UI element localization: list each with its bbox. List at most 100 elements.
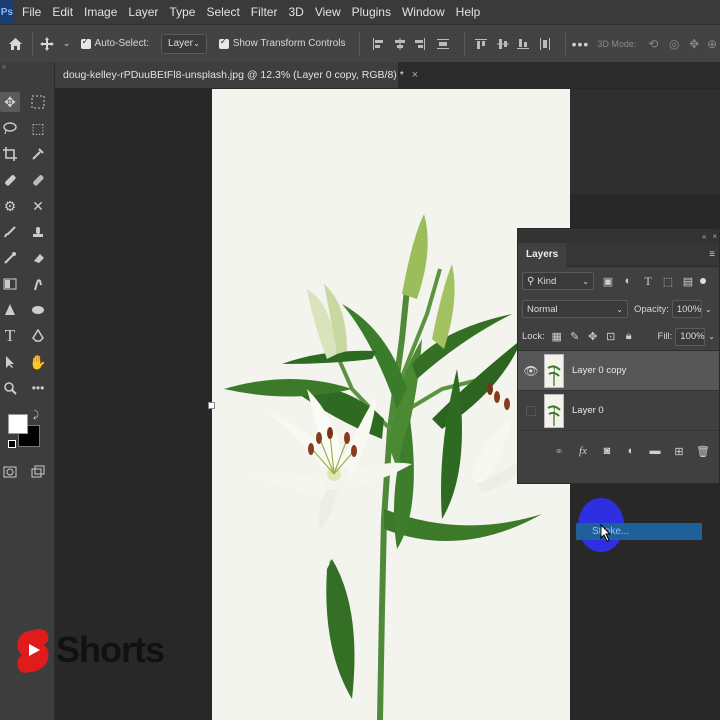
distribute-icon[interactable] [430, 38, 456, 50]
brush-tool-icon[interactable] [0, 222, 20, 242]
close-panel-icon[interactable]: × [712, 232, 717, 241]
hand-tool-icon[interactable]: ✋ [28, 352, 48, 372]
type-filter-icon[interactable]: T [640, 273, 656, 289]
lock-artboard-icon[interactable]: ⊡ [603, 329, 619, 345]
opacity-input[interactable]: 100% [671, 300, 702, 318]
more-options-icon[interactable]: ••• [566, 36, 596, 52]
visibility-toggle-empty[interactable] [518, 405, 544, 416]
chevron-down-icon[interactable]: ⌄ [708, 332, 715, 341]
transform-handle[interactable] [208, 402, 215, 409]
eyedropper-tool-icon[interactable] [28, 144, 48, 164]
adjustment-layer-icon[interactable]: ◐ [623, 443, 639, 459]
delete-layer-icon[interactable]: 🗑︎ [695, 443, 711, 459]
marquee-tool-icon[interactable] [28, 92, 48, 112]
align-middle-icon[interactable] [493, 38, 513, 50]
healing-brush-tool-icon[interactable] [0, 170, 20, 190]
panel-tab-row: Layers ≡ [518, 242, 719, 267]
collapse-toolbar-icon[interactable]: « [0, 62, 55, 71]
add-mask-icon[interactable]: ◙ [599, 443, 615, 459]
new-group-icon[interactable]: ▬ [647, 443, 663, 459]
move-tool-icon[interactable]: ✥ [0, 92, 20, 112]
art-history-brush-icon[interactable] [0, 248, 20, 268]
gradient-tool-icon[interactable] [0, 274, 20, 294]
clone-stamp-tool-icon[interactable]: ⚙ [0, 196, 20, 216]
collapse-panel-icon[interactable]: « [702, 232, 706, 241]
lock-transparent-icon[interactable]: ▦ [549, 329, 565, 345]
layer-row[interactable]: 👁︎ Layer 0 copy [518, 351, 719, 391]
eraser-tool-icon[interactable] [28, 248, 48, 268]
filter-toggle-icon[interactable] [700, 278, 706, 284]
chevron-down-icon[interactable]: ⌄ [705, 305, 712, 314]
lock-all-icon[interactable]: 🔒︎ [621, 329, 637, 345]
visibility-eye-icon[interactable]: 👁︎ [518, 364, 544, 378]
shape-filter-icon[interactable]: ⬚ [660, 273, 676, 289]
menu-filter[interactable]: Filter [251, 5, 278, 19]
fx-icon[interactable]: fx [575, 443, 591, 459]
align-left-icon[interactable] [366, 37, 390, 50]
align-center-icon[interactable] [390, 37, 410, 50]
menu-plugins[interactable]: Plugins [352, 5, 391, 19]
blend-mode-dropdown[interactable]: Normal ⌄ [522, 300, 628, 318]
zoom-tool-icon[interactable] [0, 378, 20, 398]
3d-roll-icon[interactable]: ◎ [664, 37, 684, 51]
distribute-vertical-icon[interactable] [533, 37, 557, 50]
history-brush-tool-icon[interactable]: ✕ [28, 196, 48, 216]
panel-menu-icon[interactable]: ≡ [709, 249, 715, 260]
3d-pan-icon[interactable]: ✥ [684, 37, 704, 51]
chevron-down-icon[interactable]: ⌄ [61, 38, 73, 49]
lasso-tool-icon[interactable] [0, 118, 20, 138]
type-tool-icon[interactable]: T [0, 326, 20, 346]
layer-row[interactable]: Layer 0 [518, 391, 719, 431]
more-tools-icon[interactable]: ••• [28, 378, 48, 398]
menu-image[interactable]: Image [84, 5, 117, 19]
menu-type[interactable]: Type [169, 5, 195, 19]
filter-kind-value: Kind [537, 275, 557, 287]
path-selection-tool-icon[interactable] [0, 352, 20, 372]
dodge-tool-icon[interactable] [0, 300, 20, 320]
stamp-tool-icon[interactable] [28, 222, 48, 242]
fill-input[interactable]: 100% [675, 327, 706, 346]
align-right-icon[interactable] [410, 37, 430, 50]
menu-3d[interactable]: 3D [288, 5, 303, 19]
patch-tool-icon[interactable] [28, 170, 48, 190]
menu-select[interactable]: Select [206, 5, 239, 19]
link-layers-icon[interactable]: ⚭ [551, 443, 567, 459]
home-icon[interactable] [0, 37, 32, 51]
menu-edit[interactable]: Edit [52, 5, 73, 19]
show-transform-checkbox[interactable] [218, 36, 229, 49]
swap-colors-icon[interactable]: ⤸ [33, 410, 39, 421]
screen-mode-icon[interactable] [28, 462, 48, 482]
menu-layer[interactable]: Layer [128, 5, 158, 19]
object-selection-tool-icon[interactable]: ⬚ [28, 118, 48, 138]
blur-tool-icon[interactable] [28, 300, 48, 320]
3d-rotate-icon[interactable]: ⟲ [642, 37, 664, 51]
lock-image-icon[interactable]: ✎ [567, 329, 583, 345]
align-bottom-icon[interactable] [513, 38, 533, 50]
crop-tool-icon[interactable] [0, 144, 20, 164]
default-colors-icon[interactable] [8, 440, 16, 448]
menu-file[interactable]: File [22, 5, 41, 19]
menu-window[interactable]: Window [402, 5, 445, 19]
close-tab-icon[interactable]: × [412, 69, 418, 81]
menu-item-stroke[interactable]: Stroke... [576, 523, 702, 540]
lock-position-icon[interactable]: ✥ [585, 329, 601, 345]
align-top-icon[interactable] [469, 38, 493, 50]
pen-tool-icon[interactable] [28, 326, 48, 346]
filter-kind-dropdown[interactable]: ⚲ Kind ⌄ [522, 272, 594, 290]
menu-help[interactable]: Help [456, 5, 481, 19]
smudge-tool-icon[interactable] [28, 274, 48, 294]
tab-layers[interactable]: Layers [518, 242, 567, 267]
auto-select-dropdown[interactable]: Layer ⌄ [160, 33, 207, 54]
pixel-filter-icon[interactable]: ▣ [600, 273, 616, 289]
smart-object-filter-icon[interactable]: ▤ [680, 273, 696, 289]
quick-mask-icon[interactable] [0, 462, 20, 482]
auto-select-checkbox[interactable] [80, 36, 91, 49]
menu-view[interactable]: View [315, 5, 341, 19]
move-tool-icon[interactable] [33, 36, 61, 52]
foreground-color-swatch[interactable] [8, 414, 28, 434]
adjustment-filter-icon[interactable]: ◐ [620, 273, 636, 289]
document-tab[interactable]: doug-kelley-rPDuuBEtFl8-unsplash.jpg @ 1… [55, 62, 418, 88]
new-layer-icon[interactable]: ⊞ [671, 443, 687, 459]
3d-slide-icon[interactable]: ⊕ [704, 37, 720, 51]
photoshop-logo[interactable]: Ps [0, 0, 14, 24]
